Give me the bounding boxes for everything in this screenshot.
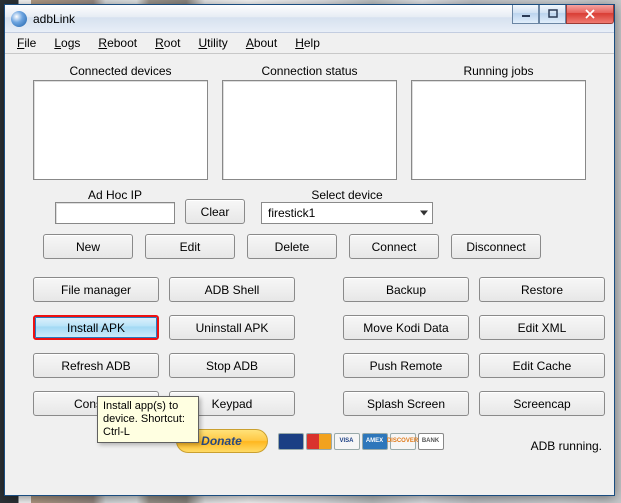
- minimize-icon: [521, 9, 531, 19]
- clear-button[interactable]: Clear: [185, 199, 245, 224]
- stop-adb-button[interactable]: Stop ADB: [169, 353, 295, 378]
- card-amex-icon: AMEX: [362, 433, 388, 450]
- push-remote-button[interactable]: Push Remote: [343, 353, 469, 378]
- delete-button[interactable]: Delete: [247, 234, 337, 259]
- payment-cards: VISA AMEX DISCOVER BANK: [278, 433, 444, 450]
- menu-about[interactable]: About: [238, 34, 285, 52]
- menu-reboot[interactable]: Reboot: [90, 34, 145, 52]
- install-apk-tooltip: Install app(s) to device. Shortcut: Ctrl…: [97, 396, 199, 443]
- card-mastercard-icon: [306, 433, 332, 450]
- file-manager-button[interactable]: File manager: [33, 277, 159, 302]
- disconnect-button[interactable]: Disconnect: [451, 234, 541, 259]
- new-button[interactable]: New: [43, 234, 133, 259]
- splash-screen-button[interactable]: Splash Screen: [343, 391, 469, 416]
- content-area: Connected devices Connection status Runn…: [5, 54, 614, 457]
- menu-help[interactable]: Help: [287, 34, 328, 52]
- menubar: File Logs Reboot Root Utility About Help: [5, 33, 614, 54]
- menu-file[interactable]: File: [9, 34, 44, 52]
- maximize-button[interactable]: [539, 5, 566, 24]
- edit-xml-button[interactable]: Edit XML: [479, 315, 605, 340]
- running-jobs-label: Running jobs: [463, 64, 533, 78]
- window-title: adbLink: [33, 12, 75, 26]
- adb-shell-button[interactable]: ADB Shell: [169, 277, 295, 302]
- edit-button[interactable]: Edit: [145, 234, 235, 259]
- status-text: ADB running.: [531, 439, 602, 453]
- restore-button[interactable]: Restore: [479, 277, 605, 302]
- select-device-value: firestick1: [268, 206, 315, 220]
- screencap-button[interactable]: Screencap: [479, 391, 605, 416]
- edit-cache-button[interactable]: Edit Cache: [479, 353, 605, 378]
- app-window: adbLink File Logs Reboot Root Utility Ab…: [4, 4, 615, 496]
- refresh-adb-button[interactable]: Refresh ADB: [33, 353, 159, 378]
- connection-status-list[interactable]: [222, 80, 397, 180]
- menu-root[interactable]: Root: [147, 34, 188, 52]
- card-discover-icon: DISCOVER: [390, 433, 416, 450]
- titlebar[interactable]: adbLink: [5, 5, 614, 33]
- running-jobs-list[interactable]: [411, 80, 586, 180]
- maximize-icon: [548, 9, 558, 19]
- connected-devices-list[interactable]: [33, 80, 208, 180]
- minimize-button[interactable]: [512, 5, 539, 24]
- connect-button[interactable]: Connect: [349, 234, 439, 259]
- move-kodi-data-button[interactable]: Move Kodi Data: [343, 315, 469, 340]
- window-controls: [512, 5, 614, 24]
- card-generic-icon: [278, 433, 304, 450]
- menu-logs[interactable]: Logs: [46, 34, 88, 52]
- card-bank-icon: BANK: [418, 433, 444, 450]
- connection-status-label: Connection status: [261, 64, 357, 78]
- close-button[interactable]: [566, 5, 614, 24]
- uninstall-apk-button[interactable]: Uninstall APK: [169, 315, 295, 340]
- card-visa-icon: VISA: [334, 433, 360, 450]
- install-apk-button[interactable]: Install APK: [33, 315, 159, 340]
- menu-utility[interactable]: Utility: [190, 34, 235, 52]
- app-icon: [11, 11, 27, 27]
- chevron-down-icon: [420, 211, 428, 216]
- close-icon: [584, 9, 596, 19]
- select-device-combo[interactable]: firestick1: [261, 202, 433, 224]
- adhoc-ip-input[interactable]: [55, 202, 175, 224]
- connected-devices-label: Connected devices: [69, 64, 171, 78]
- backup-button[interactable]: Backup: [343, 277, 469, 302]
- adhoc-ip-label: Ad Hoc IP: [88, 188, 142, 202]
- select-device-label: Select device: [311, 188, 382, 202]
